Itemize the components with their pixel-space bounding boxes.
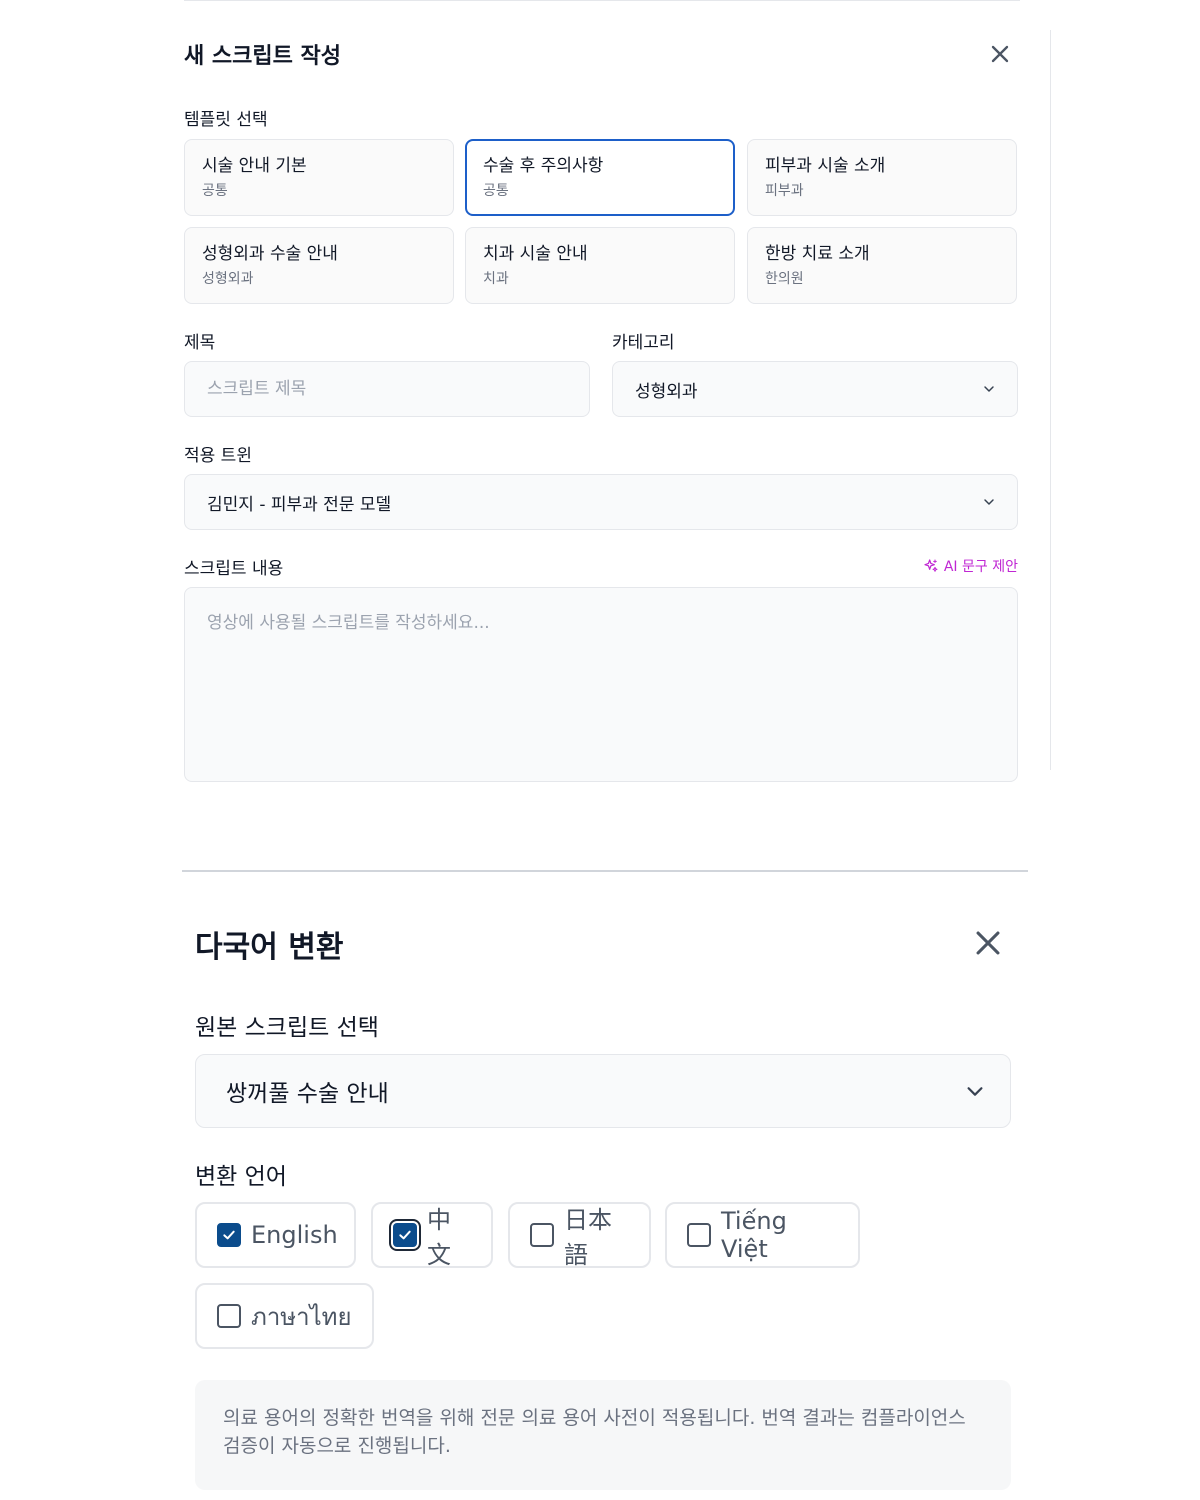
panel-title: 다국어 변환 <box>195 930 344 965</box>
language-option-vietnamese[interactable]: Tiếng Việt <box>665 1202 860 1268</box>
panel-edge-divider <box>1050 30 1051 770</box>
section-divider <box>182 870 1028 872</box>
template-category: 공통 <box>483 183 509 199</box>
template-category: 한의원 <box>765 271 804 287</box>
ai-suggest-button[interactable]: AI 문구 제안 <box>923 556 1018 576</box>
template-card[interactable]: 한방 치료 소개 한의원 <box>747 227 1017 304</box>
template-category: 공통 <box>202 183 228 199</box>
source-label: 원본 스크립트 선택 <box>195 1015 379 1041</box>
chevron-down-icon <box>984 499 994 505</box>
language-label: ภาษาไทย <box>251 1302 352 1331</box>
checkbox[interactable] <box>687 1223 711 1247</box>
checkbox[interactable] <box>530 1223 554 1247</box>
category-select[interactable]: 성형외과 <box>612 361 1018 417</box>
title-label: 제목 <box>184 333 216 353</box>
check-icon <box>223 1230 235 1240</box>
chevron-down-icon <box>967 1087 983 1096</box>
source-value: 쌍꺼풀 수술 안내 <box>226 1081 389 1107</box>
template-card-selected[interactable]: 수술 후 주의사항 공통 <box>465 139 735 216</box>
template-name: 치과 시술 안내 <box>483 244 588 264</box>
language-option-japanese[interactable]: 日本語 <box>508 1202 651 1269</box>
template-card[interactable]: 시술 안내 기본 공통 <box>184 139 454 216</box>
language-label: 中文 <box>427 1206 451 1269</box>
checkbox[interactable] <box>217 1304 241 1328</box>
twin-select[interactable]: 김민지 - 피부과 전문 모델 <box>184 474 1018 530</box>
checkbox-checked[interactable] <box>217 1223 241 1247</box>
template-name: 시술 안내 기본 <box>202 156 307 176</box>
language-label: English <box>251 1221 338 1249</box>
template-name: 수술 후 주의사항 <box>483 156 604 176</box>
template-name: 한방 치료 소개 <box>765 244 870 264</box>
source-select[interactable]: 쌍꺼풀 수술 안내 <box>195 1054 1011 1128</box>
language-option-english[interactable]: English <box>195 1202 356 1268</box>
template-card[interactable]: 성형외과 수술 안내 성형외과 <box>184 227 454 304</box>
language-option-chinese[interactable]: 中文 <box>371 1202 493 1269</box>
ai-suggest-label: AI 문구 제안 <box>943 559 1018 575</box>
content-field <box>184 587 1018 782</box>
chevron-down-icon <box>984 386 994 392</box>
checkbox-checked[interactable] <box>393 1223 417 1247</box>
category-label: 카테고리 <box>612 333 675 353</box>
close-icon[interactable] <box>971 926 1005 960</box>
title-input[interactable] <box>185 362 589 416</box>
languages-label: 변환 언어 <box>195 1164 287 1190</box>
title-field <box>184 361 590 417</box>
template-category: 피부과 <box>765 183 804 199</box>
sparkles-icon <box>924 559 938 572</box>
panel-title: 새 스크립트 작성 <box>184 44 341 69</box>
template-card[interactable]: 피부과 시술 소개 피부과 <box>747 139 1017 216</box>
language-option-thai[interactable]: ภาษาไทย <box>195 1283 374 1349</box>
template-label: 템플릿 선택 <box>184 110 268 130</box>
info-note: 의료 용어의 정확한 번역을 위해 전문 의료 용어 사전이 적용됩니다. 번역… <box>195 1380 1011 1490</box>
twin-value: 김민지 - 피부과 전문 모델 <box>207 494 392 515</box>
content-textarea[interactable] <box>185 588 1017 781</box>
template-category: 성형외과 <box>202 271 254 287</box>
check-icon <box>399 1230 411 1240</box>
close-icon[interactable] <box>986 40 1014 68</box>
language-label: 日本語 <box>564 1206 612 1269</box>
template-card[interactable]: 치과 시술 안내 치과 <box>465 227 735 304</box>
twin-label: 적용 트윈 <box>184 446 252 466</box>
template-name: 피부과 시술 소개 <box>765 156 886 176</box>
template-name: 성형외과 수술 안내 <box>202 244 338 264</box>
template-category: 치과 <box>483 271 509 287</box>
top-divider <box>184 0 1020 1</box>
content-label: 스크립트 내용 <box>184 559 284 579</box>
language-label: Tiếng Việt <box>721 1207 787 1263</box>
category-value: 성형외과 <box>635 381 698 402</box>
